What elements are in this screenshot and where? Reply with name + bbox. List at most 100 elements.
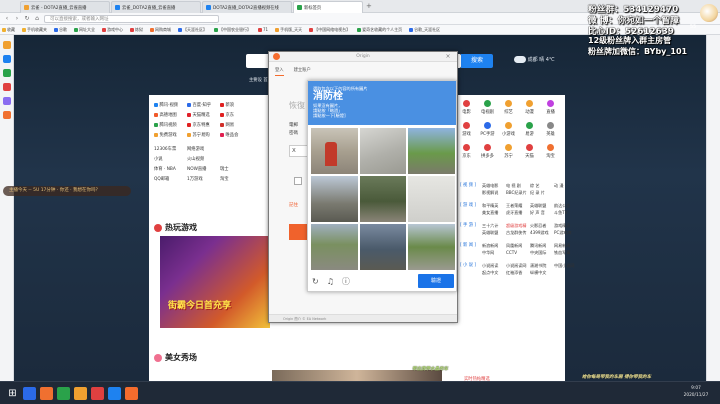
category-link[interactable]: 火影忍者 (530, 222, 554, 229)
category-link[interactable]: 影视解说 (482, 189, 506, 196)
site-link[interactable]: 唯品会 (220, 130, 253, 140)
category-link[interactable]: 美女直播 (482, 209, 506, 216)
captcha-tile[interactable] (359, 224, 407, 270)
tab-1[interactable]: 云雀_DOTA2直播_云雀直播 (111, 1, 201, 13)
site-text-link[interactable]: 小说 (154, 154, 187, 164)
tab-0[interactable]: 云雀 - DOTA2直播_云雀直播 (20, 1, 110, 13)
app-link[interactable]: 游戏 (456, 118, 477, 140)
category-link[interactable]: 英雄联盟 (482, 229, 506, 236)
category-link[interactable]: 纪 录 片 (530, 189, 554, 196)
category-link[interactable]: 网易新闻 (554, 242, 578, 249)
url-input[interactable]: 可以直接搜索，或者输入网址 (44, 14, 219, 23)
verify-button[interactable]: 驗證 (418, 274, 454, 288)
bookmark-item[interactable]: 收藏 (2, 27, 15, 33)
info-icon[interactable]: ⓘ (342, 276, 350, 287)
home-icon[interactable]: ⌂ (34, 15, 40, 22)
category-link[interactable]: 潇湘书院 (530, 262, 554, 269)
category-link[interactable]: 铁血军事 (554, 249, 578, 256)
bookmark-item[interactable]: 谷歌 (54, 27, 67, 33)
bookmark-item[interactable]: 炼狱 (130, 27, 143, 33)
category-tag[interactable]: [ 小 说 ] (460, 262, 480, 276)
captcha-tile[interactable] (359, 128, 407, 174)
app-link[interactable]: 电影 (456, 96, 477, 118)
category-link[interactable]: PC游戏库 (554, 229, 578, 236)
category-link[interactable]: 超级游戏精 (506, 222, 530, 229)
site-text-link[interactable]: NOW直播 (187, 164, 220, 174)
bookmark-item[interactable]: 网购商城 (150, 27, 171, 33)
captcha-tile[interactable] (408, 128, 455, 174)
remember-checkbox[interactable] (294, 177, 302, 185)
clear-field-icon[interactable]: X (292, 148, 296, 154)
site-link[interactable]: 京东特惠 (187, 120, 220, 130)
category-link[interactable]: 小说阅读 (482, 262, 506, 269)
category-tag[interactable]: [ 视 频 ] (460, 182, 480, 196)
category-link[interactable]: CCTV (506, 249, 530, 256)
new-tab-button[interactable]: + (366, 2, 372, 10)
category-link[interactable]: 纵横中文 (530, 269, 554, 276)
site-link[interactable]: 苏宁易购 (187, 130, 220, 140)
game-icon[interactable] (2, 83, 11, 91)
site-link[interactable]: 免费游戏 (154, 130, 187, 140)
taskbar-app-icon[interactable] (23, 387, 36, 400)
site-link[interactable]: 高德地图 (154, 110, 187, 120)
bookmark-item[interactable]: 谷歌_天涯社区 (409, 27, 440, 33)
bookmark-item[interactable]: 【中国农业银行】 (214, 27, 251, 33)
site-link[interactable]: 腾讯视频 (154, 120, 187, 130)
category-tag[interactable]: [ 新 闻 ] (460, 242, 480, 256)
captcha-tile[interactable] (311, 176, 358, 222)
app-link[interactable]: 京东 (456, 140, 477, 162)
app-link[interactable]: 直播 (540, 96, 561, 118)
taskbar-origin-icon[interactable] (125, 387, 138, 400)
app-link[interactable]: 小游戏 (498, 118, 519, 140)
category-link[interactable]: 虎牙直播 (506, 209, 530, 216)
bookmark-item[interactable]: 手机版_天天 (275, 27, 302, 33)
app-link[interactable]: 易游 (519, 118, 540, 140)
category-link[interactable]: 凤凰新闻 (506, 242, 530, 249)
category-link[interactable]: 电 视 剧 (506, 182, 530, 189)
windows-start-icon[interactable]: ⊞ (6, 387, 19, 400)
category-link[interactable]: 和平精英 (482, 202, 506, 209)
headphones-icon[interactable]: ♫ (327, 277, 334, 286)
captcha-tile[interactable] (311, 224, 358, 270)
bookmark-item[interactable]: 【天涯社区】 (178, 27, 207, 33)
site-text-link[interactable]: 瑞士 (220, 164, 253, 174)
site-text-link[interactable]: 淘宝 (220, 174, 253, 184)
category-link[interactable]: 英雄联盟 (530, 202, 554, 209)
site-link[interactable]: 新浪 (220, 100, 253, 110)
taskbar-app-icon[interactable] (108, 387, 121, 400)
category-link[interactable]: 综 艺 (530, 182, 554, 189)
bookmark-item[interactable]: 【中国网络电视台】 (309, 27, 350, 33)
category-tag[interactable]: [ 手 游 ] (460, 222, 480, 236)
origin-titlebar[interactable]: Origin (269, 52, 457, 62)
category-link[interactable]: 红袖添香 (506, 269, 530, 276)
taskbar-app-icon[interactable] (40, 387, 53, 400)
app-link[interactable]: 天猫 (519, 140, 540, 162)
taskbar-app-icon[interactable] (91, 387, 104, 400)
site-link[interactable]: 百度·知乎 (187, 100, 220, 110)
system-clock[interactable]: 9:07 2020/11/27 (676, 385, 716, 399)
game-banner[interactable]: 街霸今日首充享 (160, 236, 270, 328)
category-link[interactable]: 中华网 (482, 249, 506, 256)
category-tag[interactable]: [ 游 戏 ] (460, 202, 480, 216)
login-button[interactable] (289, 224, 309, 240)
captcha-tile[interactable] (408, 176, 455, 222)
bookmark-item[interactable]: 手机收藏夹 (22, 27, 47, 33)
category-link[interactable]: 王者荣耀 (506, 202, 530, 209)
category-link[interactable]: 腾讯新闻 (530, 242, 554, 249)
category-link[interactable]: 动 漫 (554, 182, 578, 189)
site-link[interactable]: 天猫精选 (187, 110, 220, 120)
tab-register[interactable]: 建立账户 (294, 67, 311, 76)
category-link[interactable]: 4399游戏 (530, 229, 554, 236)
app-link[interactable]: PC手游 (477, 118, 498, 140)
bookmark-item[interactable]: 网址大全 (74, 27, 95, 33)
taskbar-app-icon[interactable] (57, 387, 70, 400)
site-text-link[interactable]: 12306车票 (154, 144, 187, 154)
bookmark-item[interactable]: 爱奇艺收藏的个人主页 (357, 27, 402, 33)
category-link[interactable]: 小说阅读网 (506, 262, 530, 269)
site-text-link[interactable]: 1万游戏 (187, 174, 220, 184)
category-link[interactable]: 起点中文 (482, 269, 506, 276)
site-text-link[interactable]: QQ邮箱 (154, 174, 187, 184)
search-button[interactable]: 搜索 (461, 54, 493, 68)
site-link[interactable]: 京东 (220, 110, 253, 120)
bookmark-item[interactable]: 71 (258, 27, 268, 32)
